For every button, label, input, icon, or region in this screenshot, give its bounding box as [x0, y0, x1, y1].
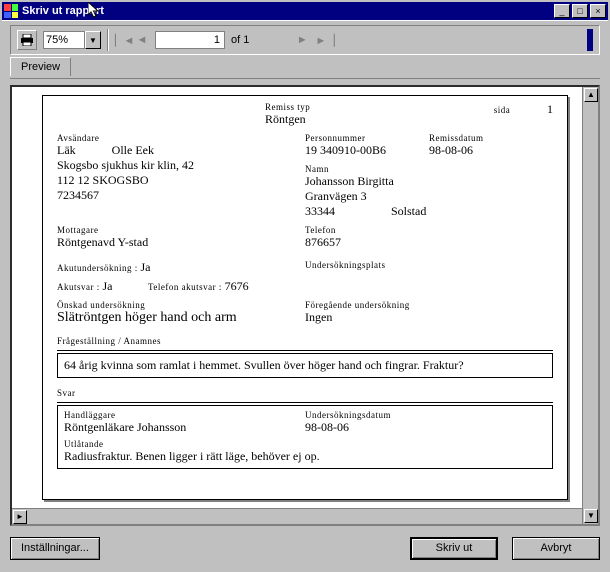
undersokningsdatum-value: 98-08-06	[305, 420, 546, 435]
printer-icon	[20, 34, 34, 46]
mottagare-label: Mottagare	[57, 225, 305, 235]
utlatande-label: Utlåtande	[64, 439, 546, 449]
zoom-select[interactable]: ▼	[43, 31, 101, 49]
client-area: ▼ ▏◄ ◄ 1 of 1 ► ►▕ Preview Remiss typ Rö…	[2, 20, 608, 570]
avs-line2: Skogsbo sjukhus kir klin, 42	[57, 158, 305, 173]
remisstyp-value: Röntgen	[265, 112, 473, 127]
personnummer-label: Personnummer	[305, 133, 429, 143]
chevron-down-icon[interactable]: ▼	[85, 31, 101, 49]
undersokningsplats-label: Undersökningsplats	[305, 260, 553, 270]
avsandare-label: Avsändare	[57, 133, 305, 143]
first-page-button[interactable]: ▏◄	[115, 34, 129, 47]
akutundersokning-label: Akutundersökning :	[57, 263, 138, 273]
lak-value: Olle Eek	[112, 143, 154, 157]
tab-strip: Preview	[10, 57, 600, 79]
minimize-button[interactable]: _	[554, 4, 570, 18]
sida-value: 1	[513, 102, 553, 117]
last-page-button[interactable]: ►▕	[315, 34, 329, 47]
close-button[interactable]: ×	[590, 4, 606, 18]
cancel-button[interactable]: Avbryt	[512, 537, 600, 560]
personnummer-value: 19 340910-00B6	[305, 143, 429, 158]
toolbar: ▼ ▏◄ ◄ 1 of 1 ► ►▕	[10, 25, 600, 55]
namn-label: Namn	[305, 164, 553, 174]
foregaende-label: Föregående undersökning	[305, 300, 553, 310]
prev-page-button[interactable]: ◄	[135, 34, 149, 46]
next-page-button[interactable]: ►	[295, 34, 309, 46]
adr-zip: 33344	[305, 204, 335, 218]
tab-preview[interactable]: Preview	[10, 57, 71, 76]
remisstyp-label: Remiss typ	[265, 102, 473, 112]
separator	[107, 29, 109, 51]
akutsvar-label: Akutsvar :	[57, 282, 100, 292]
onskad-value: Slätröntgen höger hand och arm	[57, 310, 305, 326]
fragestallning-value: 64 årig kvinna som ramlat i hemmet. Svul…	[57, 353, 553, 378]
telefon-value: 876657	[305, 235, 553, 250]
onskad-label: Önskad undersökning	[57, 300, 305, 310]
sida-label: sida	[494, 105, 511, 115]
maximize-button[interactable]: □	[572, 4, 588, 18]
adr-line2: Granvägen 3	[305, 189, 553, 204]
handlaggare-value: Röntgenläkare Johansson	[64, 420, 305, 435]
horizontal-scrollbar[interactable]: ◄ ►	[12, 508, 582, 524]
preview-pane: Remiss typ Röntgen sida 1 Avsändare Läk …	[10, 85, 600, 526]
handlaggare-label: Handläggare	[64, 410, 305, 420]
telefon-akutsvar-label: Telefon akutsvar :	[148, 282, 222, 292]
zoom-input[interactable]	[43, 31, 85, 49]
undersokningsdatum-label: Undersökningsdatum	[305, 410, 546, 420]
telefon-akutsvar-value: 7676	[225, 279, 249, 293]
page-of-label: of 1	[231, 34, 249, 46]
telefon-label: Telefon	[305, 225, 553, 235]
page-number-field[interactable]: 1	[155, 31, 225, 49]
svar-label: Svar	[57, 388, 553, 398]
scroll-down-icon[interactable]: ▼	[584, 509, 598, 523]
scroll-up-icon[interactable]: ▲	[584, 88, 598, 102]
avs-line3: 112 12 SKOGSBO	[57, 173, 305, 188]
akutundersokning-value: Ja	[141, 260, 151, 274]
print-icon-button[interactable]	[17, 30, 37, 50]
adr-city: Solstad	[391, 204, 426, 218]
title-bar: Skriv ut rapport _ □ ×	[2, 2, 608, 20]
utlatande-value: Radiusfraktur. Benen ligger i rätt läge,…	[64, 449, 546, 464]
report-page: Remiss typ Röntgen sida 1 Avsändare Läk …	[42, 95, 568, 500]
remissdatum-label: Remissdatum	[429, 133, 553, 143]
window-title: Skriv ut rapport	[22, 5, 554, 17]
mottagare-value: Röntgenavd Y-stad	[57, 235, 305, 250]
foregaende-value: Ingen	[305, 310, 553, 325]
toolbar-end-strip	[587, 29, 593, 51]
namn-value: Johansson Birgitta	[305, 174, 553, 189]
vertical-scrollbar[interactable]: ▲ ▼	[582, 87, 598, 524]
scroll-right-icon[interactable]: ►	[13, 510, 27, 524]
remissdatum-value: 98-08-06	[429, 143, 553, 158]
print-button[interactable]: Skriv ut	[410, 537, 498, 560]
lak-label: Läk	[57, 143, 76, 157]
fragestallning-label: Frågeställning / Anamnes	[57, 336, 553, 346]
avs-line4: 7234567	[57, 188, 305, 203]
button-bar: Inställningar... Skriv ut Avbryt	[10, 534, 600, 562]
akutsvar-value: Ja	[103, 279, 113, 293]
app-icon	[4, 4, 18, 18]
settings-button[interactable]: Inställningar...	[10, 537, 100, 560]
